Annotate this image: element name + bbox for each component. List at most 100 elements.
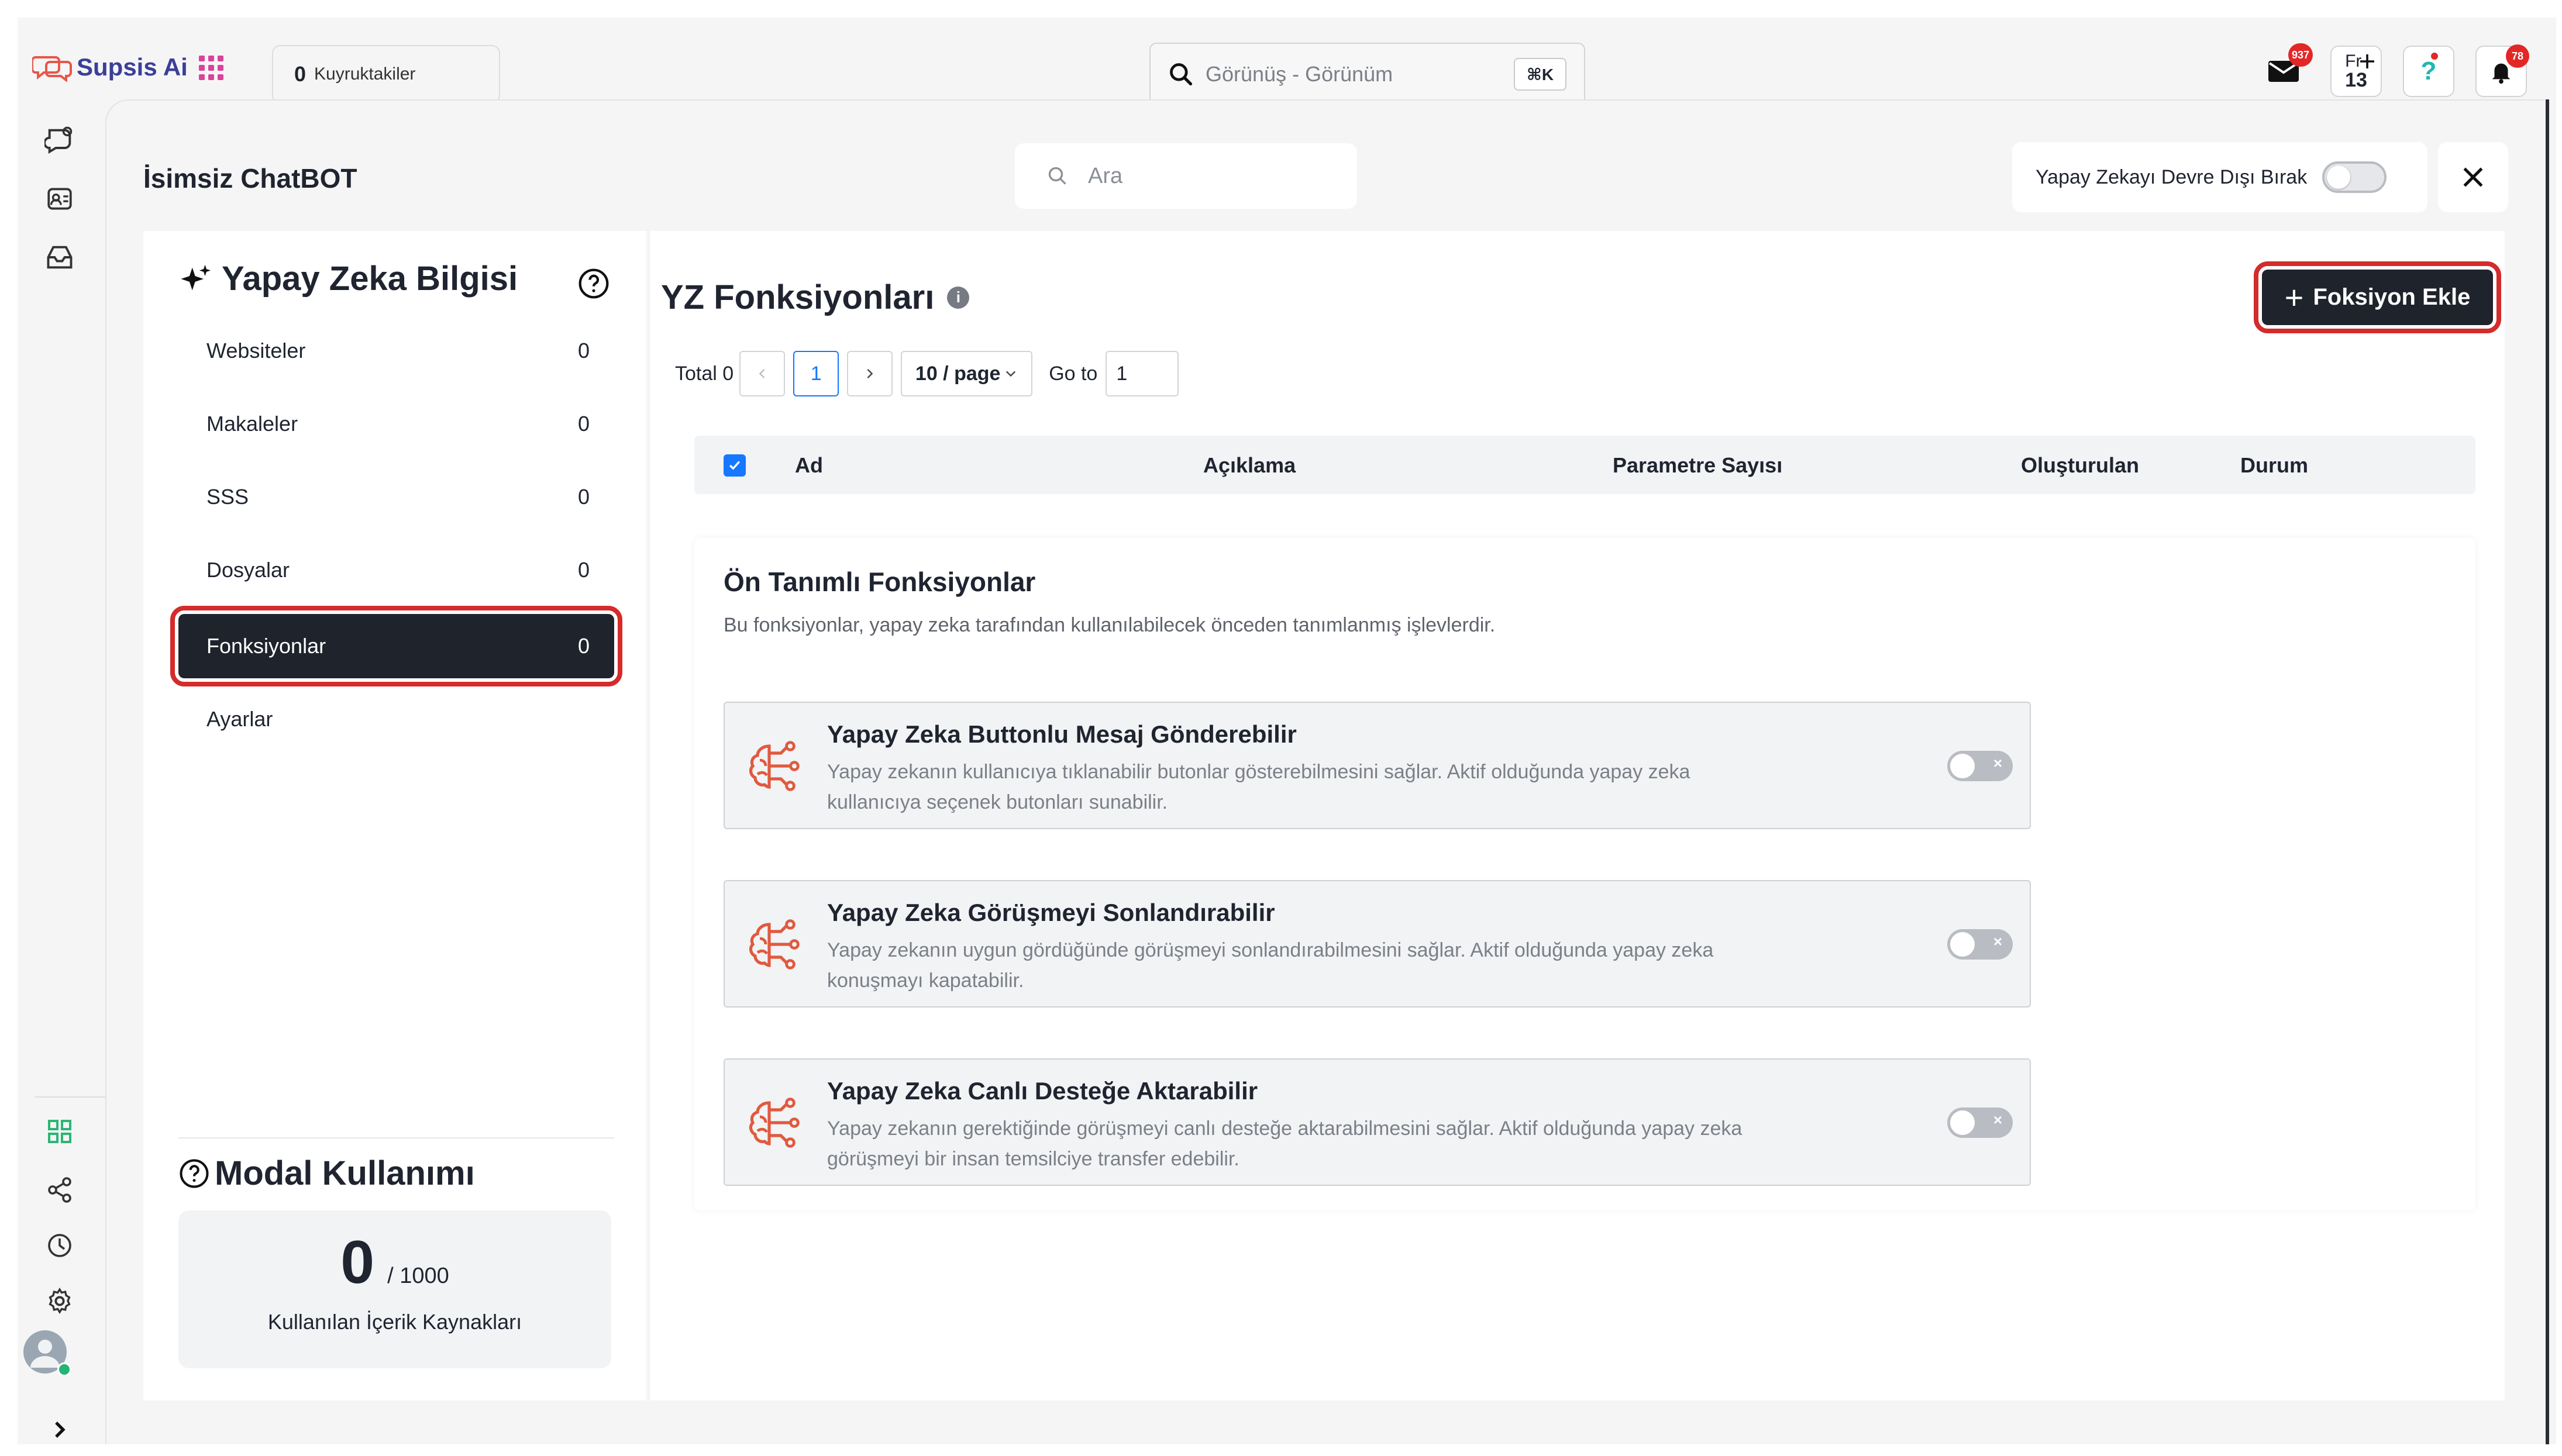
search-icon: [1048, 167, 1066, 185]
check-icon: [729, 461, 741, 470]
online-status-dot: [57, 1362, 71, 1376]
mail-badge: 937: [2288, 43, 2313, 67]
functions-header: YZ Fonksiyonları i: [661, 278, 970, 317]
brand-name: Supsis Ai: [77, 53, 188, 81]
column-header[interactable]: Parametre Sayısı: [1613, 453, 1782, 478]
ai-brain-icon: [749, 741, 800, 791]
prev-page-button[interactable]: [739, 351, 786, 396]
function-toggle[interactable]: ×: [1947, 751, 2013, 781]
mail-button[interactable]: 937: [2258, 43, 2313, 97]
share-icon[interactable]: [42, 1172, 77, 1207]
column-header[interactable]: Durum: [2240, 453, 2308, 478]
pagination: Total 0 1 10 / page Go to 1: [675, 351, 1179, 396]
table-header: Ad Açıklama Parametre Sayısı Oluşturulan…: [694, 436, 2475, 494]
close-button[interactable]: [2438, 142, 2508, 212]
function-description-line: Yapay zekanın kullanıcıya tıklanabilir b…: [827, 761, 1690, 783]
chevron-right-icon: [867, 368, 873, 379]
goto-value: 1: [1116, 362, 1128, 385]
knowledge-header: Yapay Zeka Bilgisi: [180, 259, 518, 298]
knowledge-item-makaleler[interactable]: Makaleler 0: [178, 392, 614, 456]
knowledge-item-label: Websiteler: [206, 339, 306, 363]
knowledge-item-websiteler[interactable]: Websiteler 0: [178, 319, 614, 383]
function-toggle[interactable]: ×: [1947, 929, 2013, 960]
logo-icon: [32, 56, 72, 82]
info-icon[interactable]: i: [947, 286, 970, 309]
ai-brain-icon: [749, 1098, 800, 1148]
notifications-button[interactable]: 78: [2475, 44, 2529, 97]
knowledge-item-label: Fonksiyonlar: [206, 634, 326, 658]
page-size-select[interactable]: 10 / page: [901, 351, 1033, 396]
page-size-value: 10 / page: [915, 362, 1001, 385]
help-circle-icon: [180, 1158, 209, 1188]
ai-disable-control: Yapay Zekayı Devre Dışı Bırak: [2012, 142, 2427, 212]
queue-label: Kuyruktakiler: [314, 64, 416, 84]
contacts-icon[interactable]: [42, 181, 77, 216]
function-description-line: kullanıcıya seçenek butonları sunabilir.: [827, 791, 1168, 813]
expand-chevron-icon[interactable]: [42, 1412, 77, 1447]
usage-card: 0 / 1000 Kullanılan İçerik Kaynakları: [178, 1210, 611, 1368]
function-toggle[interactable]: ×: [1947, 1107, 2013, 1138]
select-all-checkbox[interactable]: [724, 454, 746, 477]
function-title: Yapay Zeka Canlı Desteğe Aktarabilir: [827, 1077, 1258, 1105]
column-header[interactable]: Açıklama: [1203, 453, 1296, 478]
clock-icon[interactable]: [42, 1228, 77, 1263]
function-title: Yapay Zeka Buttonlu Mesaj Gönderebilir: [827, 720, 1297, 748]
chevron-down-icon: [1006, 371, 1016, 377]
panel-search-input[interactable]: Ara: [1015, 143, 1357, 209]
usage-label: Kullanılan İçerik Kaynakları: [267, 1310, 522, 1334]
inbox-icon[interactable]: [42, 240, 77, 275]
knowledge-item-count: 0: [577, 339, 590, 363]
knowledge-item-label: Makaleler: [206, 412, 298, 436]
knowledge-item-sss[interactable]: SSS 0: [178, 465, 614, 529]
notifications-badge: 78: [2506, 44, 2529, 68]
queue-button[interactable]: 0 Kuyruktakiler: [272, 45, 500, 103]
knowledge-item-label: SSS: [206, 485, 249, 509]
page-title: İsimsiz ChatBOT: [143, 163, 357, 194]
plus-icon: [2360, 54, 2374, 68]
knowledge-item-fonksiyonlar[interactable]: Fonksiyonlar 0: [170, 606, 622, 686]
function-card: Yapay Zeka Görüşmeyi Sonlandırabilir Yap…: [724, 880, 2031, 1008]
left-rail: [18, 99, 122, 1447]
goto-label: Go to: [1049, 362, 1098, 385]
knowledge-panel: Yapay Zeka Bilgisi Websiteler 0 Makalele…: [143, 231, 646, 1400]
search-icon: [1170, 63, 1193, 86]
column-header[interactable]: Ad: [795, 453, 823, 478]
column-header[interactable]: Oluşturulan: [2021, 453, 2139, 478]
knowledge-title: Yapay Zeka Bilgisi: [222, 260, 518, 298]
global-search-input[interactable]: Görünüş - Görünüm ⌘K: [1149, 43, 1585, 106]
ai-disable-label: Yapay Zekayı Devre Dışı Bırak: [2036, 165, 2308, 188]
knowledge-item-dosyalar[interactable]: Dosyalar 0: [178, 538, 614, 602]
function-card: Yapay Zeka Buttonlu Mesaj Gönderebilir Y…: [724, 702, 2031, 829]
goto-input[interactable]: 1: [1106, 351, 1179, 396]
knowledge-help-icon[interactable]: [577, 267, 610, 303]
ai-disable-toggle[interactable]: [2322, 161, 2387, 193]
calendar-add-button[interactable]: Fr 13: [2330, 46, 2382, 97]
brand[interactable]: Supsis Ai: [32, 53, 188, 82]
help-button[interactable]: ?: [2403, 46, 2454, 97]
function-description-line: Yapay zekanın uygun gördüğünde görüşmeyi…: [827, 939, 1714, 961]
search-shortcut: ⌘K: [1514, 58, 1566, 91]
close-icon: [2463, 167, 2483, 187]
knowledge-item-label: Dosyalar: [206, 558, 290, 582]
window-edge: [2546, 99, 2549, 1444]
next-page-button[interactable]: [847, 351, 893, 396]
gear-icon[interactable]: [42, 1284, 77, 1319]
functions-panel: YZ Fonksiyonları i + Foksiyon Ekle Total…: [650, 231, 2505, 1400]
pagination-total: Total 0: [675, 362, 734, 385]
add-function-button[interactable]: + Foksiyon Ekle: [2254, 261, 2501, 333]
calendar-day-number: 13: [2345, 69, 2367, 91]
knowledge-item-label: Ayarlar: [206, 707, 273, 731]
predefined-description: Bu fonksiyonlar, yapay zeka tarafından k…: [724, 614, 1496, 636]
function-description: Yapay zekanın gerektiğinde görüşmeyi can…: [827, 1113, 1909, 1174]
usage-title: Modal Kullanımı: [215, 1154, 475, 1192]
page-1-button[interactable]: 1: [793, 351, 839, 396]
knowledge-item-ayarlar[interactable]: Ayarlar: [178, 687, 614, 751]
apps-grid-icon[interactable]: [199, 56, 223, 80]
function-description: Yapay zekanın kullanıcıya tıklanabilir b…: [827, 757, 1909, 817]
chat-icon[interactable]: [42, 123, 77, 158]
chevron-left-icon: [759, 368, 765, 379]
function-title: Yapay Zeka Görüşmeyi Sonlandırabilir: [827, 899, 1275, 926]
dashboard-icon[interactable]: [42, 1114, 77, 1149]
functions-title: YZ Fonksiyonları: [661, 278, 935, 316]
top-bar: Supsis Ai 0 Kuyruktakiler Görünüş - Görü…: [18, 18, 2556, 106]
